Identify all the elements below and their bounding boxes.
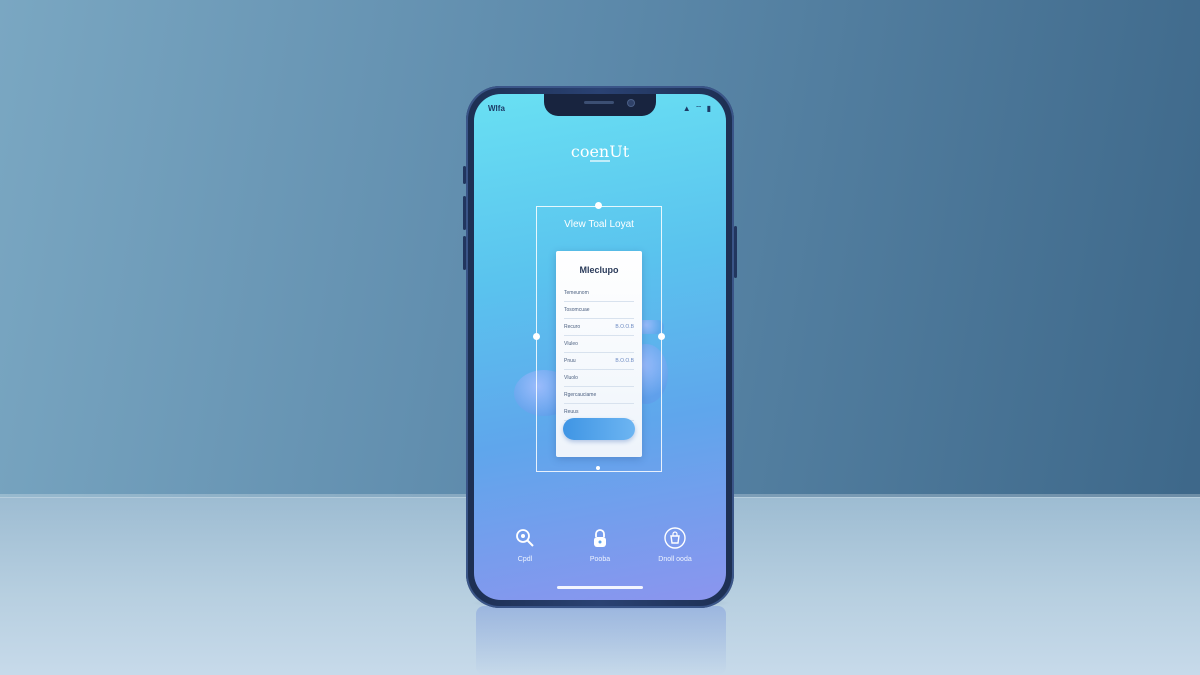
nav-item-cpdl[interactable]: Cpdl [490, 526, 560, 563]
notch [544, 94, 656, 116]
row-label: Reuus [564, 409, 579, 415]
nav-label: Dnoll ooda [658, 556, 692, 563]
nav-item-pooba[interactable]: Pooba [565, 526, 635, 563]
row-label: Tosomcuae [564, 307, 590, 313]
form-card: Mleclupo Temeunom Tosomcuae Recuro B.O.O.… [556, 251, 642, 457]
row-label: Rgercauciame [564, 392, 597, 398]
lock-icon [594, 529, 606, 547]
row-label: Pnuu [564, 358, 576, 364]
phone-device: Wlfa ▲ ⌔ ▮ coenUt Vlew Toal Loyat Mleclu… [463, 86, 737, 608]
power-button [734, 226, 737, 278]
list-item[interactable]: Temeunom [564, 285, 634, 302]
frame-handle-top[interactable] [595, 202, 602, 209]
side-button-lower [463, 236, 466, 270]
frame-handle-right[interactable] [658, 333, 665, 340]
phone-screen: Wlfa ▲ ⌔ ▮ coenUt Vlew Toal Loyat Mleclu… [474, 94, 726, 600]
row-label: Vluleo [564, 341, 578, 347]
app-title: coenUt [570, 142, 630, 161]
phone-reflection [476, 606, 726, 675]
card-rows: Temeunom Tosomcuae Recuro B.O.O.B Vluleo … [564, 285, 634, 421]
row-value: B.O.O.B [615, 358, 634, 364]
list-item[interactable]: Rgercauciame [564, 387, 634, 404]
side-button-upper [463, 166, 466, 184]
side-button-middle [463, 196, 466, 230]
list-item[interactable]: Tosomcuae [564, 302, 634, 319]
bottom-nav: Cpdl Pooba Dnoll ooda [474, 526, 726, 576]
home-indicator[interactable] [557, 586, 643, 589]
row-label: Temeunom [564, 290, 589, 296]
list-item[interactable]: Vluolo [564, 370, 634, 387]
nav-item-dnoll-ooda[interactable]: Dnoll ooda [640, 526, 710, 563]
speaker [584, 101, 614, 104]
list-item[interactable]: Recuro B.O.O.B [564, 319, 634, 336]
status-carrier: Wlfa [488, 104, 505, 113]
bag-icon [664, 527, 686, 549]
front-camera [628, 100, 634, 106]
frame-handle-left[interactable] [533, 333, 540, 340]
nav-label: Pooba [589, 556, 611, 563]
list-item[interactable]: Vluleo [564, 336, 634, 353]
card-title: Mleclupo [579, 265, 619, 275]
row-label: Recuro [564, 324, 581, 330]
row-value: B.O.O.B [615, 324, 634, 330]
row-label: Vluolo [564, 375, 578, 381]
status-icons: ▲ ⌔ ▮ [682, 104, 712, 113]
frame-handle-bottom[interactable] [596, 466, 600, 470]
nav-label: Cpdl [517, 556, 533, 563]
magnifier-icon [516, 529, 534, 547]
primary-button[interactable] [563, 418, 635, 440]
app-title-underline [590, 160, 610, 162]
frame-label: Vlew Toal Loyat [564, 219, 634, 230]
list-item[interactable]: Pnuu B.O.O.B [564, 353, 634, 370]
